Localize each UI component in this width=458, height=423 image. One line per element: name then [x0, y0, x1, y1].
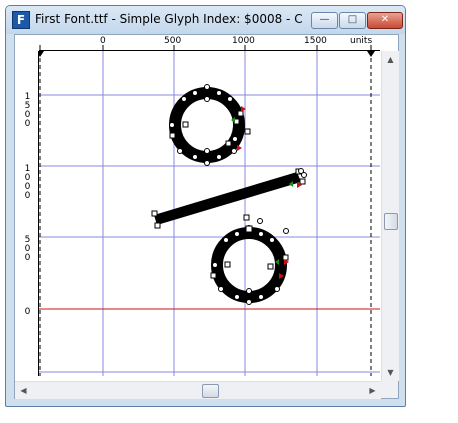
hruler-label-0: 0: [100, 36, 106, 46]
advance-width-marker[interactable]: [367, 51, 375, 57]
scrollbar-corner: [381, 381, 398, 398]
horizontal-scrollbar[interactable]: ◀ ▶: [15, 381, 381, 399]
slash-contour[interactable]: [154, 172, 301, 225]
vruler-label-0: 0: [24, 307, 31, 317]
font-creator-icon[interactable]: F: [12, 11, 30, 29]
close-button[interactable]: ✕: [367, 12, 403, 29]
left-bearing-marker[interactable]: [39, 51, 44, 57]
units-label: units: [350, 36, 373, 46]
vruler-label-1000: 1000: [24, 164, 31, 201]
scroll-left-arrow-icon[interactable]: ◀: [15, 382, 32, 399]
vruler-label-500: 500: [24, 235, 31, 263]
glyph-canvas[interactable]: [39, 51, 380, 376]
minimize-button[interactable]: —: [311, 12, 338, 29]
scroll-up-arrow-icon[interactable]: ▲: [382, 51, 399, 68]
window-title: First Font.ttf - Simple Glyph Index: $00…: [35, 12, 303, 26]
vertical-scroll-thumb[interactable]: [384, 213, 398, 230]
maximize-button[interactable]: □: [339, 12, 366, 29]
hruler-label-1500: 1500: [304, 36, 327, 46]
glyph-drawing[interactable]: [39, 51, 380, 376]
glyph-editor-window: F First Font.ttf - Simple Glyph Index: $…: [5, 5, 406, 407]
vruler-label-1500: 1500: [24, 92, 31, 129]
horizontal-ruler-ticks: [39, 45, 372, 50]
vertical-scrollbar[interactable]: ▲ ▼: [381, 51, 399, 381]
scroll-down-arrow-icon[interactable]: ▼: [382, 364, 399, 381]
vertical-ruler: 1500 1000 500 0: [15, 51, 39, 376]
glyph-editor-client: 0 500 1000 1500 units 1500 1000 500 0 ▲ …: [14, 34, 399, 399]
scroll-right-arrow-icon[interactable]: ▶: [364, 382, 381, 399]
hruler-label-500: 500: [164, 36, 182, 46]
hruler-label-1000: 1000: [232, 36, 255, 46]
title-bar[interactable]: F First Font.ttf - Simple Glyph Index: $…: [6, 6, 405, 34]
horizontal-ruler: 0 500 1000 1500 units: [39, 35, 380, 51]
horizontal-scroll-thumb[interactable]: [202, 384, 219, 398]
